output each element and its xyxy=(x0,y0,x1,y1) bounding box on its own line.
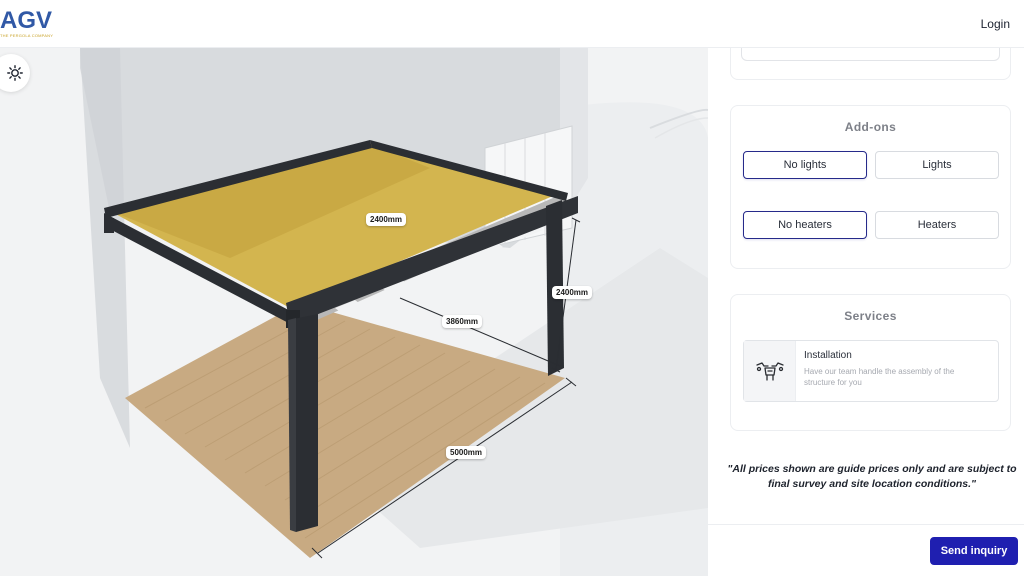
dimension-length: 5000mm xyxy=(446,446,487,459)
previous-section-field xyxy=(741,48,1000,61)
dimension-depth: 3860mm xyxy=(442,315,483,328)
previous-section-card xyxy=(730,48,1011,80)
price-disclaimer: "All prices shown are guide prices only … xyxy=(727,463,1017,490)
dimension-height: 2400mm xyxy=(552,286,593,299)
option-heaters[interactable]: Heaters xyxy=(875,211,999,239)
3d-viewer[interactable]: 2400mm 2400mm 3860mm 5000mm xyxy=(0,48,708,576)
service-installation[interactable]: Installation Have our team handle the as… xyxy=(743,340,999,402)
panel-footer: Send inquiry xyxy=(708,524,1024,576)
logo-text: AGV xyxy=(0,7,53,34)
option-no-heaters[interactable]: No heaters xyxy=(743,211,867,239)
pergola-scene[interactable] xyxy=(0,48,708,576)
login-link[interactable]: Login xyxy=(981,17,1010,31)
dimension-roof-width: 2400mm xyxy=(366,213,407,226)
service-icon-container xyxy=(744,341,796,401)
top-bar: AGV THE PERGOLA COMPANY Login xyxy=(0,0,1024,48)
brand-logo[interactable]: AGV THE PERGOLA COMPANY xyxy=(0,8,60,40)
option-no-lights[interactable]: No lights xyxy=(743,151,867,179)
logo-tagline: THE PERGOLA COMPANY xyxy=(0,33,54,38)
tools-icon xyxy=(755,362,784,381)
service-title: Installation xyxy=(804,350,852,361)
service-description: Have our team handle the assembly of the… xyxy=(804,367,955,387)
addons-title: Add-ons xyxy=(844,120,897,134)
services-title: Services xyxy=(844,309,897,323)
configuration-panel[interactable]: Add-ons No lights Lights No heaters Heat… xyxy=(708,48,1024,524)
sun-icon xyxy=(7,65,23,81)
addons-card: Add-ons No lights Lights No heaters Heat… xyxy=(730,105,1011,269)
option-lights[interactable]: Lights xyxy=(875,151,999,179)
services-card: Services Installation Have our team hand… xyxy=(730,294,1011,431)
send-inquiry-button[interactable]: Send inquiry xyxy=(930,537,1018,565)
